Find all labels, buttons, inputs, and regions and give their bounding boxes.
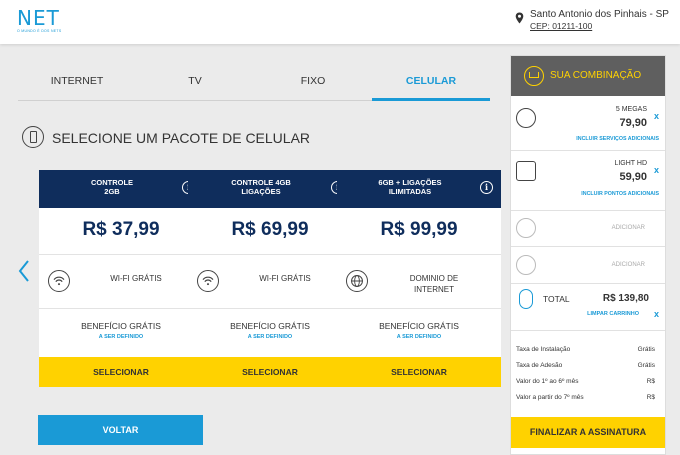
fee-value: Grátis: [637, 346, 655, 353]
plan-price: R$ 99,99: [380, 219, 458, 240]
divider: [511, 246, 665, 247]
internet-speed-icon: [516, 108, 536, 128]
mobile-phone-icon: [22, 126, 44, 148]
plan-card: CONTROLE 2GB i R$ 37,99 WI-FI GRÁTIS BEN…: [39, 170, 203, 387]
add-mobile-link[interactable]: ADICIONAR: [612, 262, 645, 268]
globe-icon: [346, 270, 368, 292]
total-label: TOTAL: [543, 294, 570, 304]
plan-card: CONTROLE 4GB LIGAÇÕES i R$ 69,99 WI-FI G…: [188, 170, 352, 387]
divider: [511, 150, 665, 151]
plan-card-header: CONTROLE 4GB LIGAÇÕES i: [188, 170, 352, 208]
remove-item-icon[interactable]: x: [654, 111, 659, 121]
divider: [511, 330, 665, 331]
cart-title: SUA COMBINAÇÃO: [550, 70, 642, 81]
cart-header: SUA COMBINAÇÃO: [511, 56, 665, 96]
section-title: SELECIONE UM PACOTE DE CELULAR: [52, 130, 311, 146]
select-plan-button[interactable]: SELECIONAR: [39, 357, 203, 387]
fee-label: Valor a partir do 7º mês: [516, 394, 584, 401]
tab-tv[interactable]: TV: [136, 63, 254, 101]
plan-name: CONTROLE 2GB: [90, 178, 134, 196]
divider: [337, 254, 501, 255]
tv-icon: [516, 161, 536, 181]
divider: [39, 254, 203, 255]
mobile-phone-icon: [516, 255, 536, 275]
service-tabs: INTERNET TV FIXO CELULAR: [18, 63, 490, 101]
plan-benefit-sub: A SER DEFINIDO: [247, 334, 293, 340]
select-plan-button[interactable]: SELECIONAR: [188, 357, 352, 387]
fee-label: Taxa de Adesão: [516, 362, 563, 369]
tab-fixo[interactable]: FIXO: [254, 63, 372, 101]
divider: [337, 308, 501, 309]
carousel-prev-icon[interactable]: [18, 259, 30, 283]
cart-panel: SUA COMBINAÇÃO 5 MEGAS 79,90 x INCLUIR S…: [510, 55, 666, 455]
remove-item-icon[interactable]: x: [654, 165, 659, 175]
fee-value: R$: [646, 378, 655, 385]
cart-item-price: 59,90: [619, 171, 647, 183]
cart-item-name: LIGHT HD: [614, 160, 647, 167]
plan-card-header: CONTROLE 2GB i: [39, 170, 203, 208]
net-logo[interactable]: NET O MUNDO É DOS NETS: [17, 8, 62, 33]
plan-feature: WI-FI GRÁTIS: [110, 274, 162, 283]
divider: [188, 254, 352, 255]
divider: [188, 308, 352, 309]
divider: [39, 308, 203, 309]
plan-benefit: BENEFÍCIO GRÁTIS: [379, 321, 459, 331]
plan-card: 6GB + LIGAÇÕES ILIMITADAS i R$ 99,99 DOM…: [337, 170, 501, 387]
tab-celular[interactable]: CELULAR: [372, 63, 490, 101]
wifi-icon: [48, 270, 70, 292]
plan-name: 6GB + LIGAÇÕES ILIMITADAS: [378, 178, 442, 196]
fee-label: Taxa de Instalação: [516, 346, 571, 353]
tab-internet[interactable]: INTERNET: [18, 63, 136, 101]
select-plan-button[interactable]: SELECIONAR: [337, 357, 501, 387]
top-header: NET O MUNDO É DOS NETS Santo Antonio dos…: [0, 0, 680, 44]
add-landline-link[interactable]: ADICIONAR: [612, 225, 645, 231]
location-cep-link[interactable]: CEP: 01211-100: [530, 21, 592, 31]
plan-price: R$ 37,99: [82, 219, 160, 240]
fee-value: Grátis: [637, 362, 655, 369]
info-icon[interactable]: i: [480, 181, 493, 194]
plan-benefit: BENEFÍCIO GRÁTIS: [230, 321, 310, 331]
landline-phone-icon: [516, 218, 536, 238]
add-points-link[interactable]: INCLUIR PONTOS ADICIONAIS: [581, 191, 659, 197]
clear-cart-link[interactable]: LIMPAR CARRINHO: [587, 311, 639, 317]
clear-cart-icon[interactable]: x: [654, 309, 659, 319]
shopping-cart-icon: [524, 66, 544, 86]
plan-name: CONTROLE 4GB LIGAÇÕES: [231, 178, 291, 196]
plan-card-header: 6GB + LIGAÇÕES ILIMITADAS i: [337, 170, 501, 208]
location-city: Santo Antonio dos Pinhais - SP: [530, 9, 669, 20]
logo-mark: NET: [17, 6, 60, 30]
plan-benefit-sub: A SER DEFINIDO: [396, 334, 442, 340]
add-services-link[interactable]: INCLUIR SERVIÇOS ADICIONAIS: [576, 136, 659, 142]
cart-item-name: 5 MEGAS: [615, 106, 647, 113]
plan-benefit-sub: A SER DEFINIDO: [98, 334, 144, 340]
cart-item-price: 79,90: [619, 117, 647, 129]
wifi-icon: [197, 270, 219, 292]
divider: [511, 210, 665, 211]
plan-feature: WI-FI GRÁTIS: [259, 274, 311, 283]
plan-price: R$ 69,99: [231, 219, 309, 240]
plan-feature: DOMINIO DE INTERNET: [409, 274, 459, 294]
thermometer-icon: [519, 289, 533, 309]
fee-value: R$: [646, 394, 655, 401]
location-pin-icon: [515, 12, 524, 24]
divider: [511, 283, 665, 284]
back-button[interactable]: VOLTAR: [38, 415, 203, 445]
logo-tagline: O MUNDO É DOS NETS: [17, 29, 62, 33]
total-value: R$ 139,80: [602, 293, 649, 304]
fee-label: Valor do 1º ao 6º mês: [516, 378, 579, 385]
plan-benefit: BENEFÍCIO GRÁTIS: [81, 321, 161, 331]
finish-subscription-button[interactable]: FINALIZAR A ASSINATURA: [511, 417, 665, 448]
